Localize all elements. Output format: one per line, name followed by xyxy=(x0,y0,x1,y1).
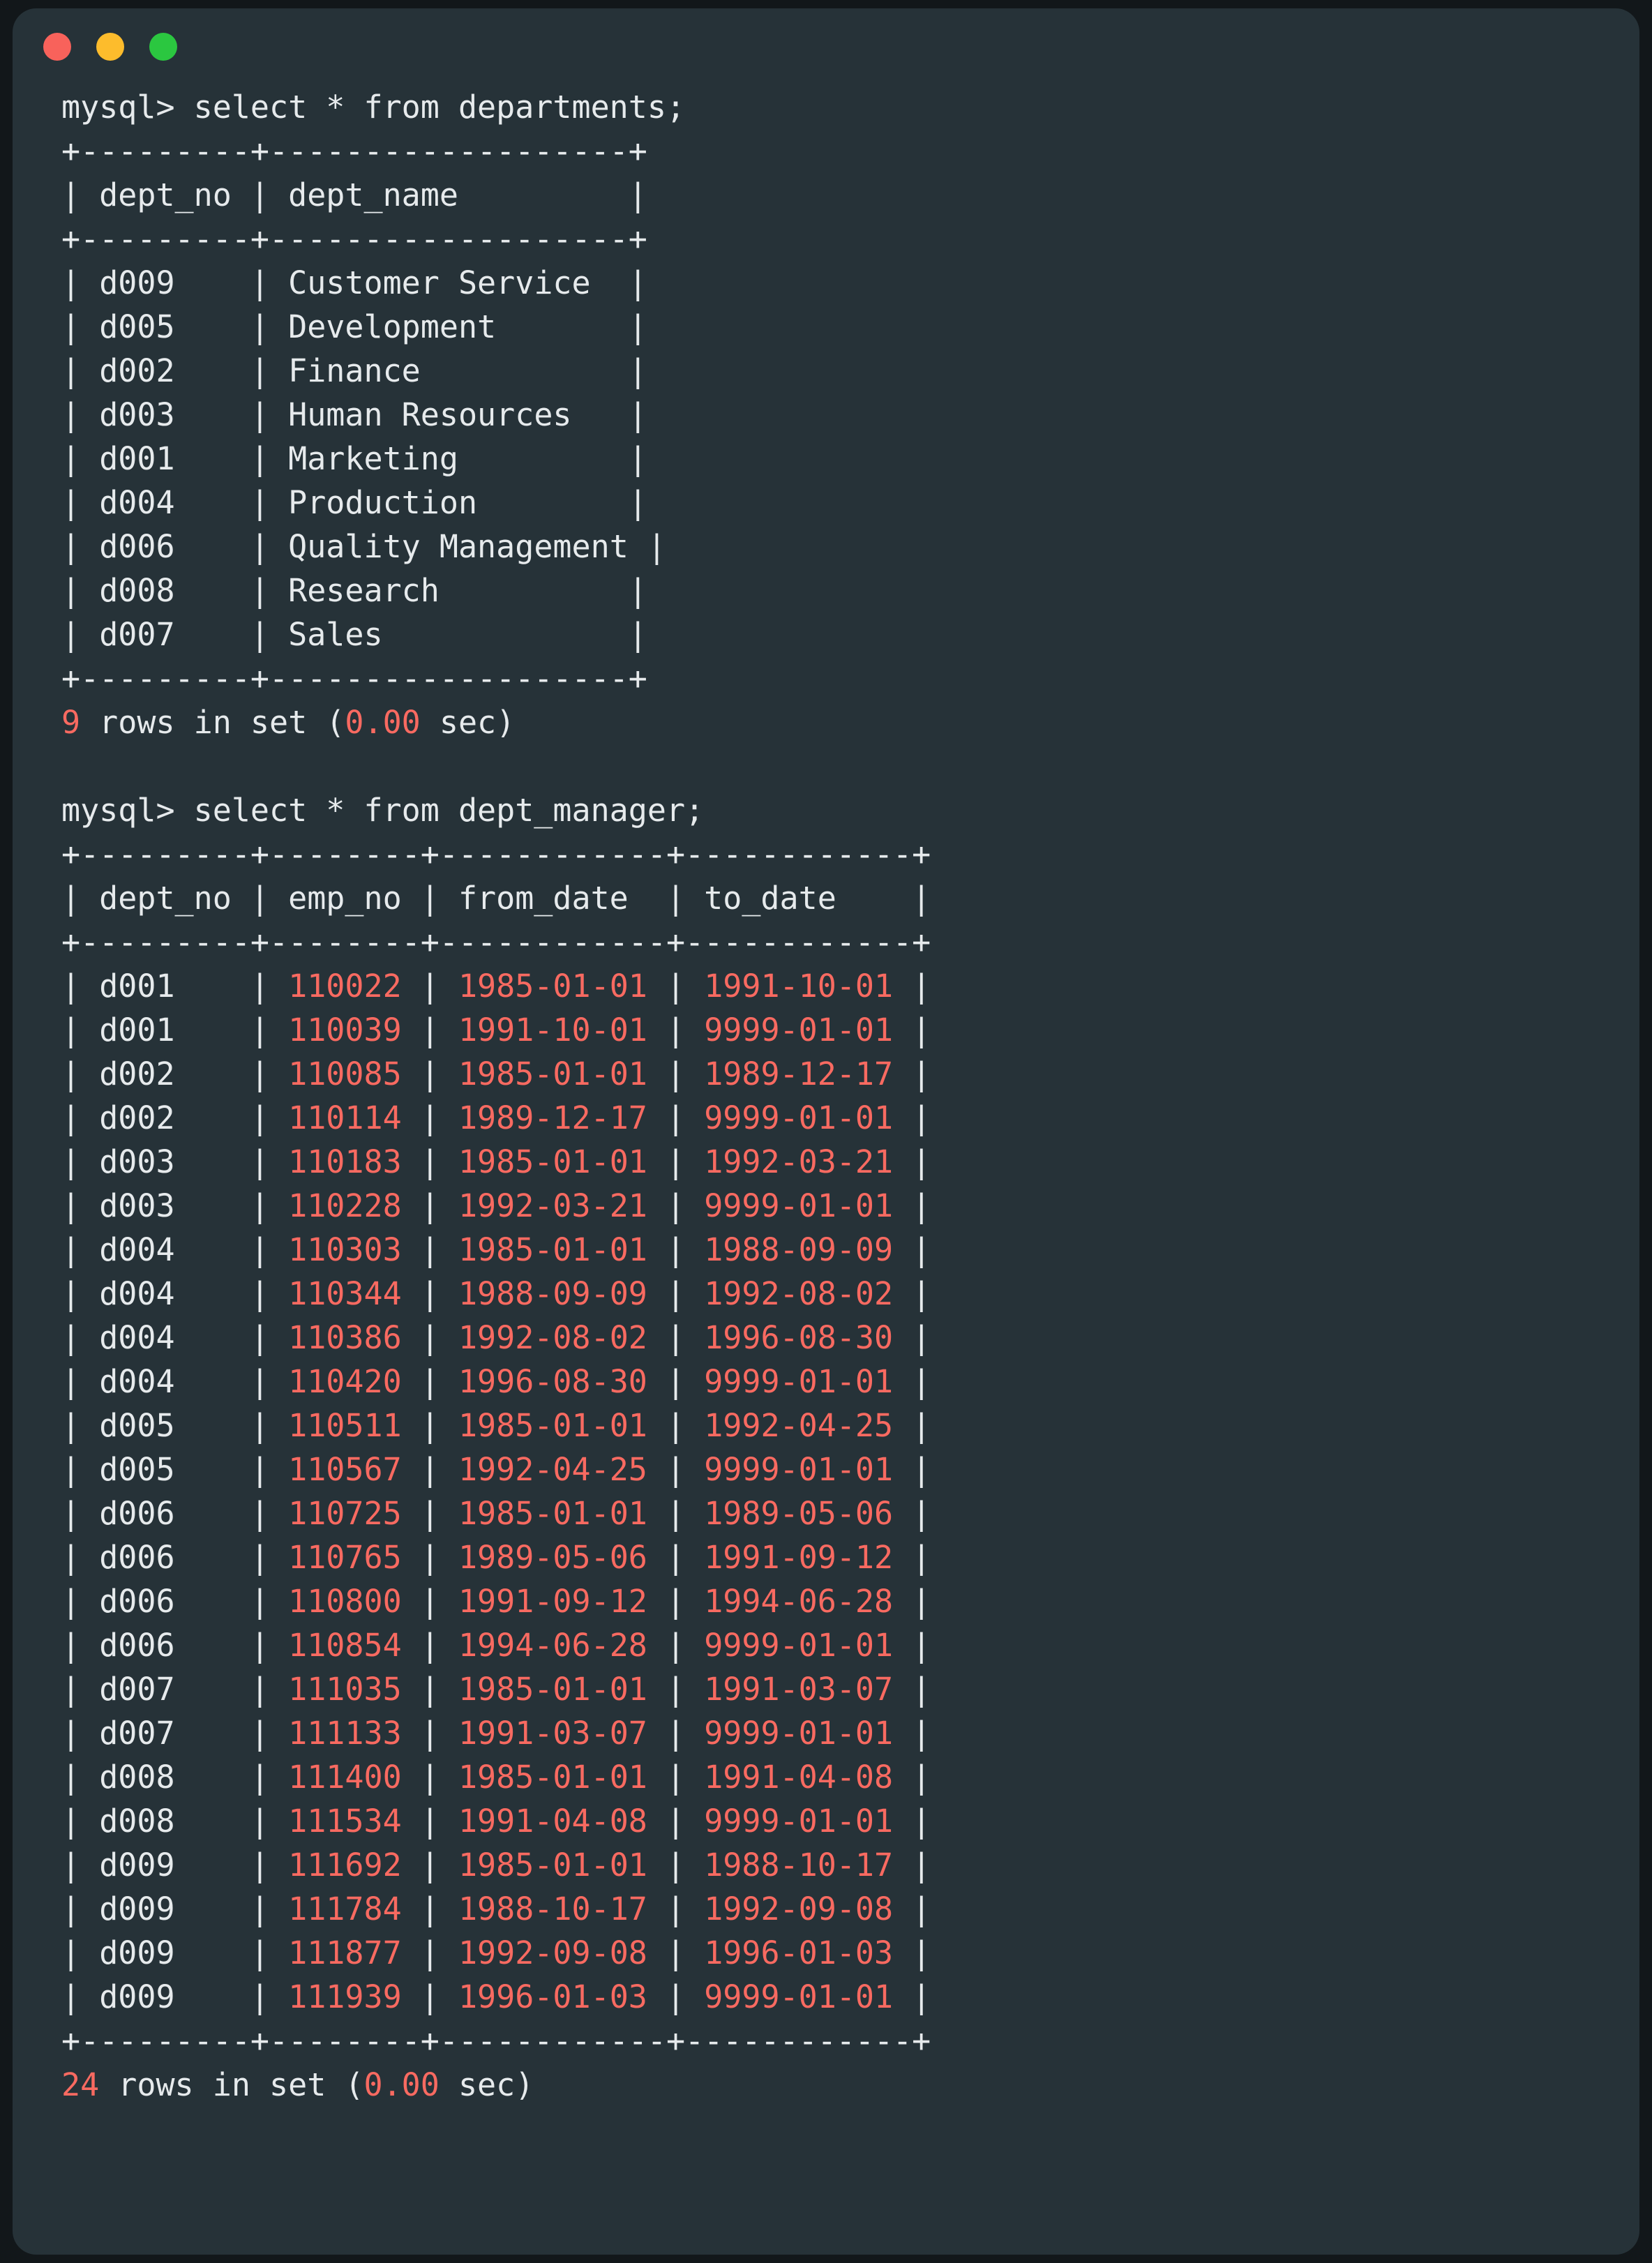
terminal-text: mysql> select * from departments; +-----… xyxy=(61,89,931,2103)
window-titlebar xyxy=(13,8,1639,85)
maximize-button-icon[interactable] xyxy=(149,33,177,61)
minimize-button-icon[interactable] xyxy=(96,33,124,61)
close-button-icon[interactable] xyxy=(43,33,71,61)
terminal-window: mysql> select * from departments; +-----… xyxy=(13,8,1639,2255)
terminal-output-area[interactable]: mysql> select * from departments; +-----… xyxy=(13,85,1639,2107)
